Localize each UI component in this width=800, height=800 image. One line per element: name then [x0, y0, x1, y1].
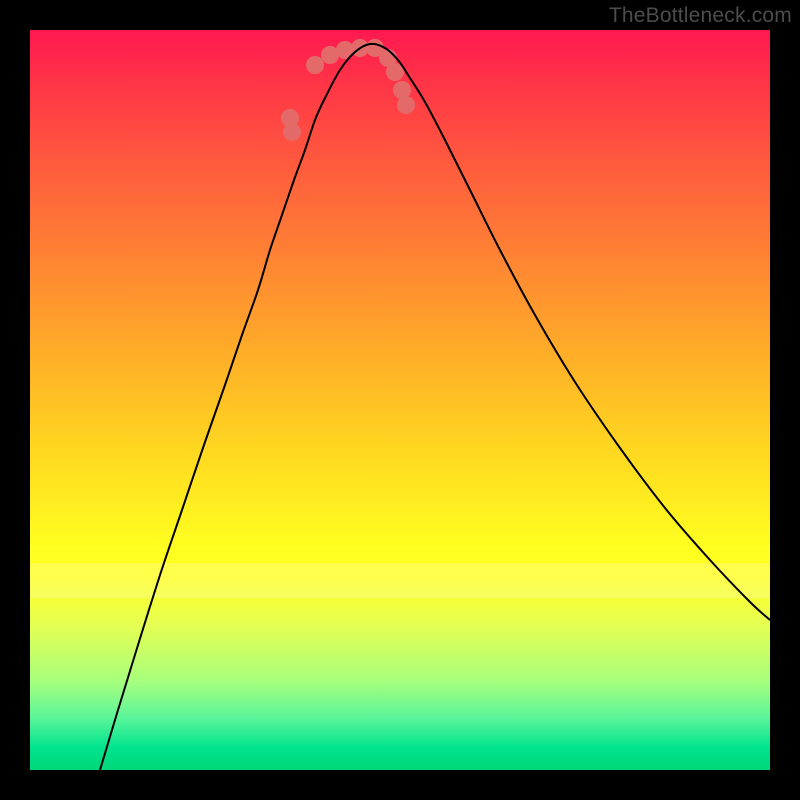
- data-point: [306, 56, 324, 74]
- curve-svg: [30, 30, 770, 770]
- chart-frame: TheBottleneck.com: [0, 0, 800, 800]
- data-point: [397, 96, 415, 114]
- plot-area: [30, 30, 770, 770]
- marker-group: [281, 39, 415, 141]
- watermark-text: TheBottleneck.com: [609, 4, 792, 28]
- data-point: [281, 109, 299, 127]
- bottleneck-curve: [100, 44, 770, 770]
